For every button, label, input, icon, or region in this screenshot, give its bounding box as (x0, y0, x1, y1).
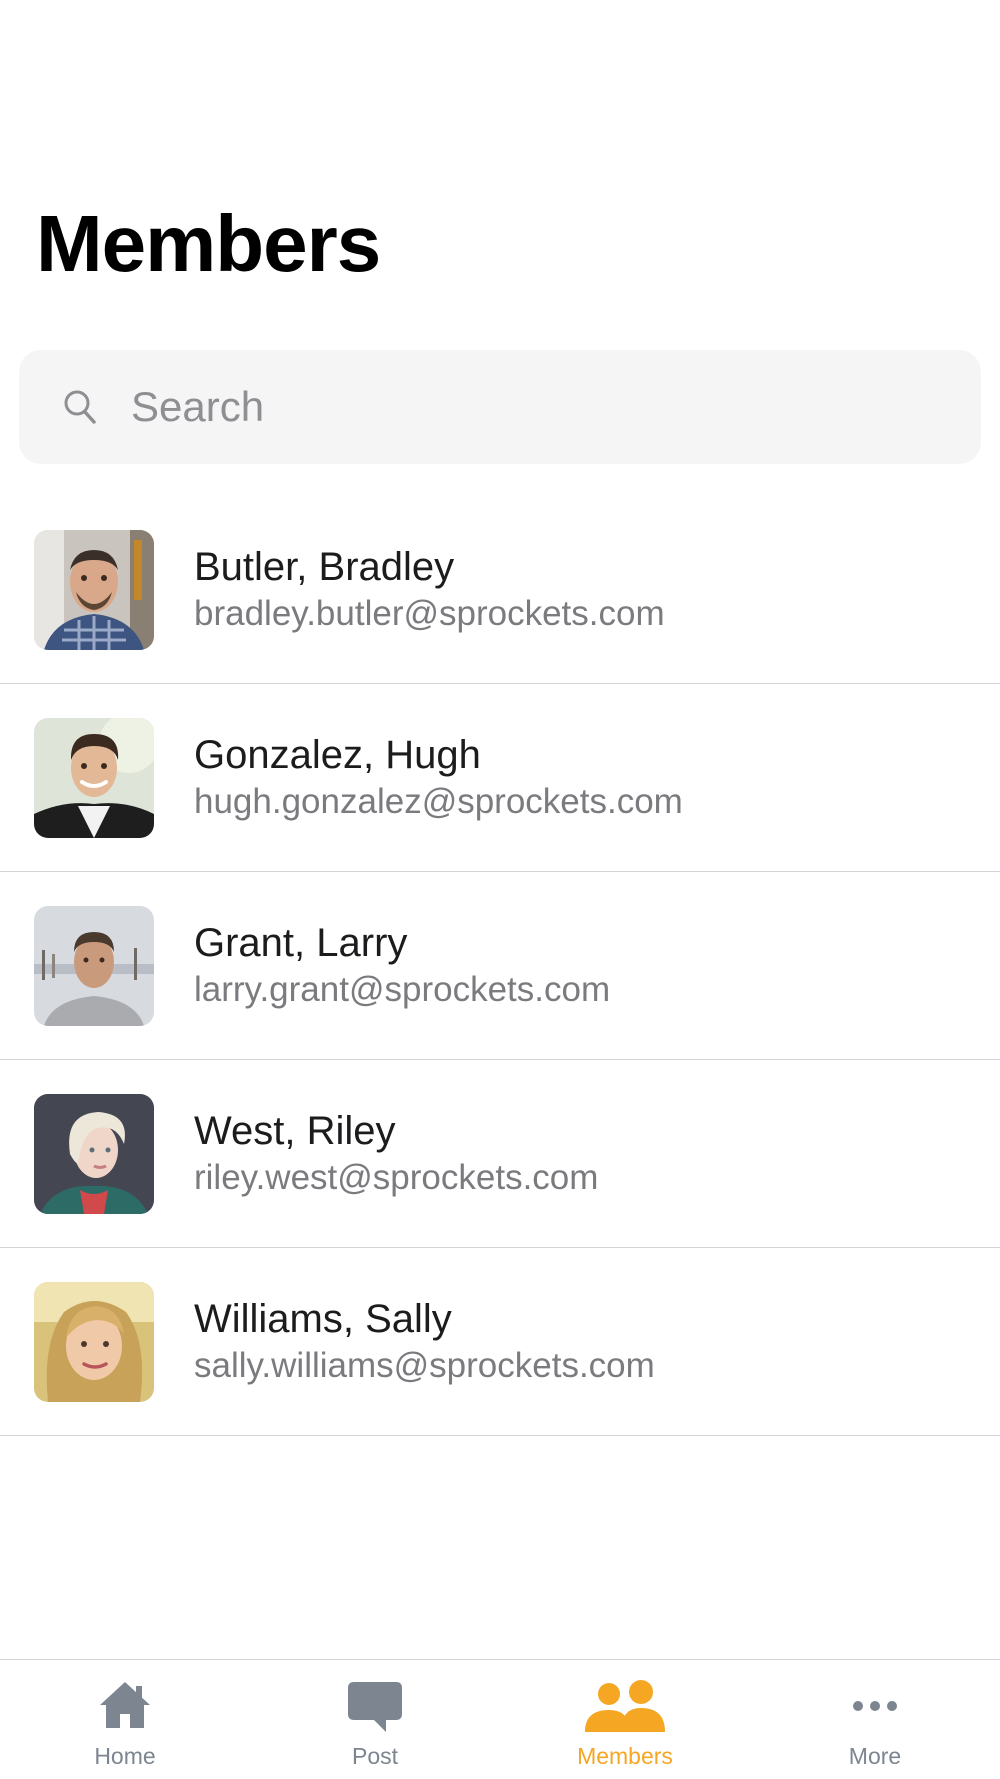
member-email: riley.west@sprockets.com (194, 1158, 599, 1197)
member-name: Williams, Sally (194, 1297, 452, 1341)
member-list: Butler, Bradley bradley.butler@sprockets… (0, 496, 1000, 1436)
member-row[interactable]: Gonzalez, Hugh hugh.gonzalez@sprockets.c… (0, 684, 1000, 872)
tab-label: Home (94, 1743, 156, 1769)
member-name: Gonzalez, Hugh (194, 733, 481, 777)
member-row[interactable]: Butler, Bradley bradley.butler@sprockets… (0, 496, 1000, 684)
avatar (34, 1282, 154, 1402)
tab-label: Members (577, 1743, 673, 1769)
member-name: Grant, Larry (194, 921, 408, 965)
tab-home[interactable]: Home (0, 1660, 250, 1779)
page-title: Members (36, 199, 381, 288)
search-bar[interactable] (19, 350, 981, 464)
people-icon (575, 1678, 675, 1736)
member-name: West, Riley (194, 1109, 396, 1153)
avatar (34, 530, 154, 650)
more-dots-icon (825, 1678, 925, 1736)
member-email: bradley.butler@sprockets.com (194, 594, 665, 633)
chat-bubble-icon (325, 1678, 425, 1736)
avatar (34, 1094, 154, 1214)
avatar (34, 906, 154, 1026)
member-row[interactable]: Williams, Sally sally.williams@sprockets… (0, 1248, 1000, 1436)
tab-post[interactable]: Post (250, 1660, 500, 1779)
member-email: sally.williams@sprockets.com (194, 1346, 655, 1385)
member-row[interactable]: Grant, Larry larry.grant@sprockets.com (0, 872, 1000, 1060)
tab-more[interactable]: More (750, 1660, 1000, 1779)
tab-members[interactable]: Members (500, 1660, 750, 1779)
member-name: Butler, Bradley (194, 545, 455, 589)
tab-label: Post (351, 1743, 399, 1769)
member-email: larry.grant@sprockets.com (194, 970, 611, 1009)
tab-label: More (848, 1743, 902, 1769)
search-icon (63, 389, 97, 425)
avatar (34, 718, 154, 838)
home-icon (75, 1678, 175, 1736)
member-email: hugh.gonzalez@sprockets.com (194, 782, 683, 821)
tab-bar: Home Post Members More (0, 1659, 1000, 1778)
search-input[interactable] (111, 350, 951, 464)
member-row[interactable]: West, Riley riley.west@sprockets.com (0, 1060, 1000, 1248)
